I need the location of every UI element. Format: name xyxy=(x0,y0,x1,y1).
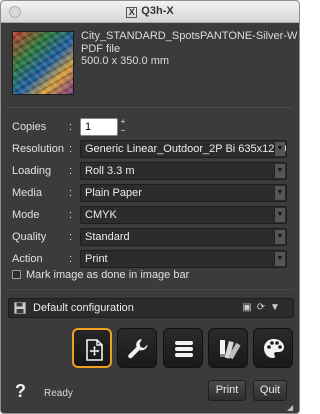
chevron-down-icon[interactable]: ▼ xyxy=(274,142,285,156)
loading-label: Loading xyxy=(12,165,52,177)
menu-list-button[interactable] xyxy=(163,328,203,368)
chevron-down-icon[interactable]: ▼ xyxy=(274,208,285,222)
divider xyxy=(7,107,293,108)
configuration-select[interactable]: Default configuration ▣ ⟳ ▼ xyxy=(8,298,294,318)
quality-select[interactable]: Standard ▼ xyxy=(80,228,287,246)
chevron-down-icon[interactable]: ▼ xyxy=(274,186,285,200)
main-panel: City_STANDARD_SpotsPANTONE-Silver-White … xyxy=(1,23,299,413)
copies-input[interactable]: 1 xyxy=(80,118,118,136)
mode-label: Mode xyxy=(12,209,40,221)
configuration-actions: ▣ ⟳ ▼ xyxy=(239,301,289,315)
quality-value: Standard xyxy=(85,231,130,243)
window-title: X Q3h-X xyxy=(1,5,299,18)
floppy-disk-icon xyxy=(14,302,26,314)
file-size: 500.0 x 350.0 mm xyxy=(81,55,170,67)
action-select[interactable]: Print ▼ xyxy=(80,250,287,268)
colon: : xyxy=(69,165,73,177)
resize-grip-icon[interactable]: ◢ xyxy=(287,403,297,413)
mode-row: Mode : CMYK ▼ xyxy=(1,205,299,225)
quality-row: Quality : Standard ▼ xyxy=(1,227,299,247)
palette-icon xyxy=(264,339,284,358)
copies-label: Copies xyxy=(12,121,47,133)
colon: : xyxy=(69,253,73,265)
action-label: Action xyxy=(12,253,43,265)
file-thumbnail xyxy=(12,31,74,95)
help-icon[interactable]: ? xyxy=(15,381,26,402)
chevron-down-icon[interactable]: ▼ xyxy=(274,252,285,266)
copies-row: Copies : 1 + − xyxy=(1,117,299,137)
file-name: City_STANDARD_SpotsPANTONE-Silver-White xyxy=(81,30,297,42)
save-config-icon[interactable]: ▣ xyxy=(241,301,253,315)
color-swatches-icon xyxy=(220,340,241,360)
loading-row: Loading : Roll 3.3 m ▼ xyxy=(1,161,299,181)
mode-value: CMYK xyxy=(85,209,117,221)
media-value: Plain Paper xyxy=(85,187,142,199)
chevron-down-icon[interactable]: ▼ xyxy=(274,164,285,178)
menu-list-icon xyxy=(175,341,193,357)
print-button[interactable]: Print xyxy=(208,380,246,401)
settings-wrench-button[interactable] xyxy=(117,328,157,368)
resolution-value: Generic Linear_Outdoor_2P Bi 635x1200 xyxy=(85,143,287,155)
colon: : xyxy=(69,209,73,221)
quality-label: Quality xyxy=(12,231,47,243)
copies-stepper[interactable]: + − xyxy=(118,117,128,137)
resolution-label: Resolution xyxy=(12,143,64,155)
decrement-icon[interactable]: − xyxy=(118,126,128,135)
mark-image-option[interactable]: Mark image as done in image bar xyxy=(12,269,189,281)
chevron-down-icon[interactable]: ▼ xyxy=(269,301,281,315)
mark-image-checkbox[interactable] xyxy=(12,270,21,279)
resolution-row: Resolution : Generic Linear_Outdoor_2P B… xyxy=(1,139,299,159)
tool-bar xyxy=(72,328,293,368)
footer-bar: ? Ready Print Quit ◢ xyxy=(1,375,299,413)
file-preview-area: City_STANDARD_SpotsPANTONE-Silver-White … xyxy=(1,23,299,106)
increment-icon[interactable]: + xyxy=(118,117,128,126)
colon: : xyxy=(69,121,73,133)
media-label: Media xyxy=(12,187,42,199)
action-row: Action : Print ▼ xyxy=(1,249,299,269)
status-text: Ready xyxy=(44,388,73,399)
file-info: City_STANDARD_SpotsPANTONE-Silver-White … xyxy=(81,30,297,68)
app-window: X Q3h-X City_STANDARD_SpotsPANTONE-Silver… xyxy=(0,0,300,414)
quit-button[interactable]: Quit xyxy=(253,380,287,401)
palette-button[interactable] xyxy=(253,328,293,368)
title-bar: X Q3h-X xyxy=(1,1,299,23)
loading-value: Roll 3.3 m xyxy=(85,165,135,177)
configuration-value: Default configuration xyxy=(33,302,134,314)
window-title-text: Q3h-X xyxy=(141,5,174,17)
chevron-down-icon[interactable]: ▼ xyxy=(274,230,285,244)
action-value: Print xyxy=(85,253,108,265)
colon: : xyxy=(69,143,73,155)
divider xyxy=(7,289,293,290)
page-move-icon xyxy=(86,339,103,361)
color-swatches-button[interactable] xyxy=(208,328,248,368)
colon: : xyxy=(69,231,73,243)
mark-image-label: Mark image as done in image bar xyxy=(26,269,190,281)
loading-select[interactable]: Roll 3.3 m ▼ xyxy=(80,162,287,180)
wrench-icon xyxy=(128,339,148,359)
colon: : xyxy=(69,187,73,199)
mode-select[interactable]: CMYK ▼ xyxy=(80,206,287,224)
app-icon: X xyxy=(126,7,138,18)
file-type: PDF file xyxy=(81,42,121,55)
refresh-icon[interactable]: ⟳ xyxy=(255,301,267,315)
page-move-button[interactable] xyxy=(72,328,112,368)
resolution-select[interactable]: Generic Linear_Outdoor_2P Bi 635x1200 ▼ xyxy=(80,140,287,158)
media-row: Media : Plain Paper ▼ xyxy=(1,183,299,203)
media-select[interactable]: Plain Paper ▼ xyxy=(80,184,287,202)
